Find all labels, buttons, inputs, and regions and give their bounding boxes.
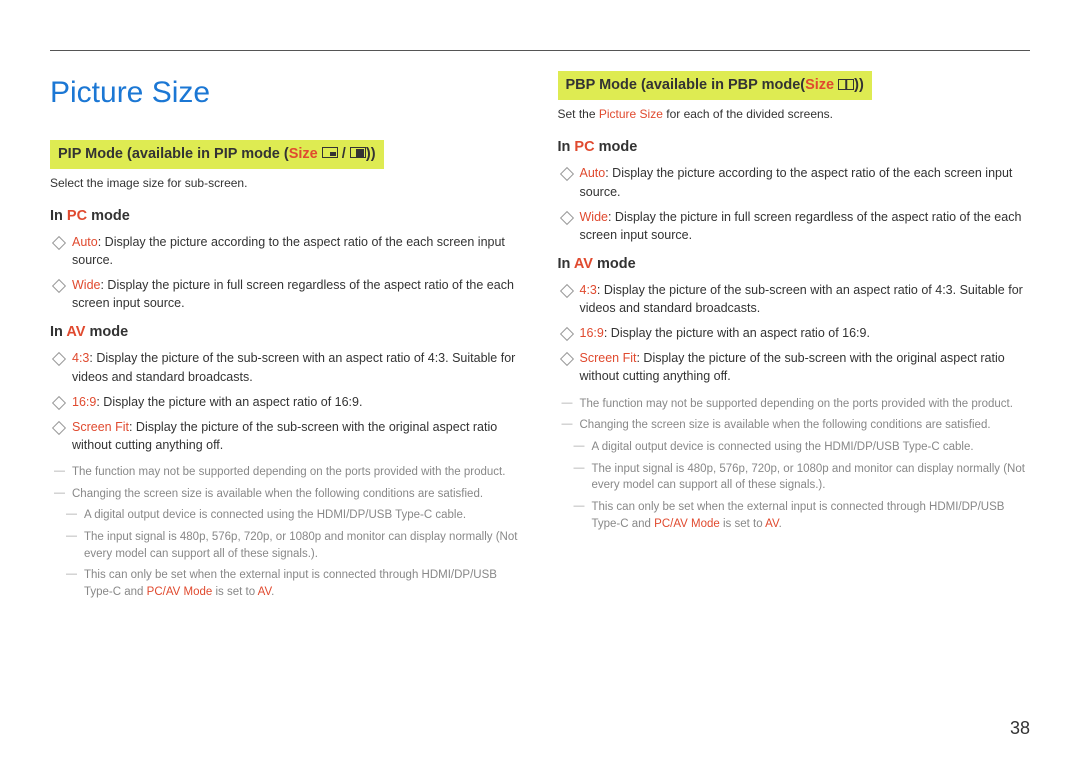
right-column: PBP Mode (available in PBP mode(Size )) … [558,71,1031,606]
pip-note-3: A digital output device is connected usi… [50,507,523,524]
pip-av-43: 4:3: Display the picture of the sub-scre… [50,349,523,385]
pip-note-4: The input signal is 480p, 576p, 720p, or… [50,529,523,562]
pip-heading-post: )) [366,146,376,162]
pbp-pc-subhead: In PC mode [558,137,1031,158]
pip-size-small-icon [322,147,338,158]
pip-heading-pre: PIP Mode (available in PIP mode ( [58,146,289,162]
pip-mode-heading: PIP Mode (available in PIP mode (Size / … [50,140,384,169]
content-columns: Picture Size PIP Mode (available in PIP … [50,71,1030,606]
top-rule [50,50,1030,51]
pbp-heading-size: Size [805,77,834,93]
page-number: 38 [1010,715,1030,741]
page-title: Picture Size [50,71,523,115]
pbp-note-2: Changing the screen size is available wh… [558,417,1031,434]
pbp-av-43: 4:3: Display the picture of the sub-scre… [558,281,1031,317]
pbp-note-5: This can only be set when the external i… [558,499,1031,532]
pbp-note-3: A digital output device is connected usi… [558,439,1031,456]
left-column: Picture Size PIP Mode (available in PIP … [50,71,523,606]
pip-note-5: This can only be set when the external i… [50,567,523,600]
pip-av-list: 4:3: Display the picture of the sub-scre… [50,349,523,454]
pip-av-169: 16:9: Display the picture with an aspect… [50,393,523,411]
pbp-av-subhead: In AV mode [558,254,1031,275]
pip-note-1: The function may not be supported depend… [50,464,523,481]
pbp-heading-post: )) [854,77,864,93]
pbp-av-list: 4:3: Display the picture of the sub-scre… [558,281,1031,386]
pip-pc-list: Auto: Display the picture according to t… [50,233,523,313]
pip-intro: Select the image size for sub-screen. [50,175,523,192]
pbp-split-icon [838,79,854,90]
pbp-pc-wide: Wide: Display the picture in full screen… [558,208,1031,244]
pip-pc-subhead: In PC mode [50,206,523,227]
pip-heading-size: Size [289,146,318,162]
pbp-av-169: 16:9: Display the picture with an aspect… [558,324,1031,342]
pip-size-large-icon [350,147,366,158]
pip-pc-auto: Auto: Display the picture according to t… [50,233,523,269]
pbp-pc-auto: Auto: Display the picture according to t… [558,164,1031,200]
pip-pc-wide: Wide: Display the picture in full screen… [50,276,523,312]
pbp-mode-heading: PBP Mode (available in PBP mode(Size )) [558,71,872,100]
pbp-av-fit: Screen Fit: Display the picture of the s… [558,349,1031,385]
pbp-intro: Set the Picture Size for each of the div… [558,106,1031,123]
pip-av-subhead: In AV mode [50,322,523,343]
pip-note-2: Changing the screen size is available wh… [50,486,523,503]
pbp-note-4: The input signal is 480p, 576p, 720p, or… [558,461,1031,494]
pbp-pc-list: Auto: Display the picture according to t… [558,164,1031,244]
pip-av-fit: Screen Fit: Display the picture of the s… [50,418,523,454]
pbp-note-1: The function may not be supported depend… [558,396,1031,413]
pbp-heading-pre: PBP Mode (available in PBP mode( [566,77,806,93]
